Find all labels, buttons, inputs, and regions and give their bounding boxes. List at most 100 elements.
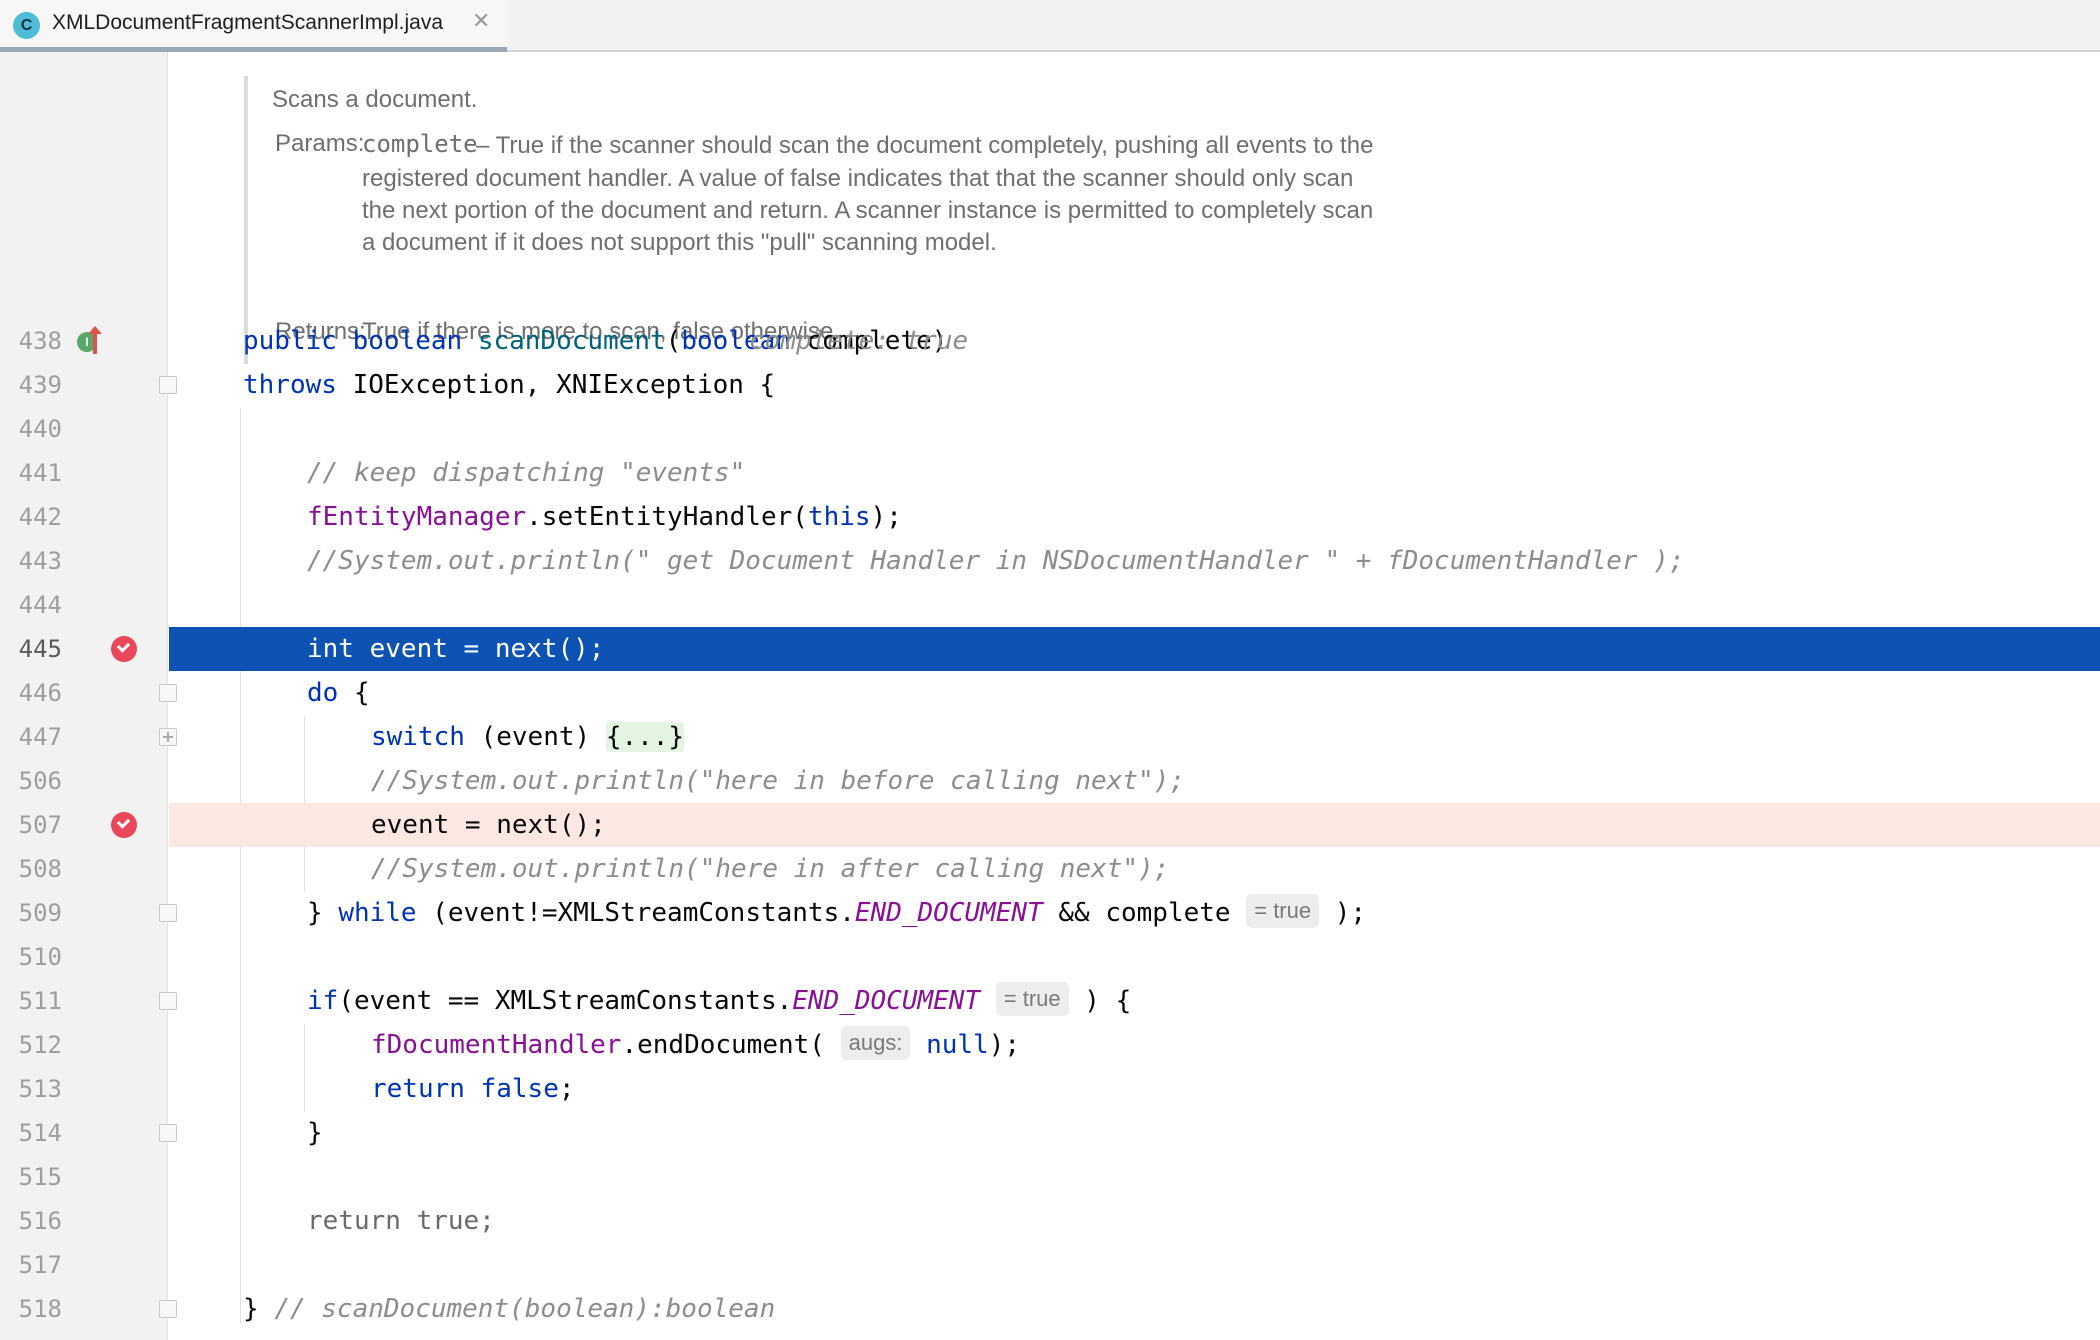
keyword: return bbox=[371, 1074, 465, 1104]
code-line-443[interactable]: //System.out.println(" get Document Hand… bbox=[169, 539, 2100, 583]
parameter-name-hint: augs: bbox=[840, 1026, 911, 1060]
code-token: (event) bbox=[464, 722, 606, 752]
method-name: scanDocument bbox=[477, 326, 666, 356]
tab-title: XMLDocumentFragmentScannerImpl.java bbox=[52, 11, 444, 34]
close-icon[interactable]: ✕ bbox=[472, 9, 490, 34]
verified-breakpoint-icon[interactable] bbox=[111, 812, 137, 838]
override-arrow-icon[interactable] bbox=[88, 326, 102, 354]
line-number: 438 bbox=[18, 327, 62, 355]
code-token: ( bbox=[665, 326, 682, 356]
line-number: 517 bbox=[18, 1251, 62, 1279]
breakpoint-line[interactable]: event = next(); bbox=[169, 803, 2100, 847]
code-comment: //System.out.println("here in before cal… bbox=[371, 766, 1185, 796]
keyword: boolean bbox=[352, 326, 463, 356]
static-constant: END_DOCUMENT bbox=[854, 898, 1043, 928]
code-token: ); bbox=[1319, 898, 1367, 928]
code-token: .endDocument( bbox=[621, 1030, 825, 1060]
line-number: 507 bbox=[18, 811, 62, 839]
line-number: 446 bbox=[18, 679, 62, 707]
keyword: public bbox=[243, 326, 337, 356]
code-editor[interactable]: Scans a document. Params: complete – Tru… bbox=[169, 52, 2100, 1340]
code-line-512[interactable]: fDocumentHandler.endDocument( augs: null… bbox=[169, 1023, 2100, 1067]
line-number: 440 bbox=[18, 415, 62, 443]
current-execution-line[interactable]: int event = next(); bbox=[169, 627, 2100, 671]
code-token: { bbox=[338, 678, 370, 708]
keyword: switch bbox=[371, 722, 465, 752]
line-number: 506 bbox=[18, 767, 62, 795]
keyword: null bbox=[926, 1030, 989, 1060]
debug-inlay-value: = true bbox=[1246, 894, 1320, 928]
code-token: IOException, XNIException { bbox=[336, 370, 776, 400]
code-comment: // keep dispatching "events" bbox=[307, 458, 746, 488]
code-comment: //System.out.println(" get Document Hand… bbox=[307, 546, 1685, 576]
line-number: 516 bbox=[18, 1207, 62, 1235]
code-line-441[interactable]: // keep dispatching "events" bbox=[169, 451, 2100, 495]
keyword: do bbox=[307, 678, 339, 708]
line-number: 508 bbox=[18, 855, 62, 883]
code-line-446[interactable]: do { bbox=[169, 671, 2100, 715]
code-token: ); bbox=[870, 502, 902, 532]
debug-inline-value: complete: true bbox=[749, 326, 969, 356]
line-number: 441 bbox=[18, 459, 62, 487]
code-token: (event == XMLStreamConstants. bbox=[338, 986, 793, 1016]
line-number: 443 bbox=[18, 547, 62, 575]
code-token: ); bbox=[988, 1030, 1021, 1060]
code-token: } bbox=[307, 1118, 323, 1148]
code-token: ) { bbox=[1068, 986, 1132, 1016]
code-line-518[interactable]: } // scanDocument(boolean):boolean bbox=[169, 1287, 2100, 1331]
line-number: 442 bbox=[18, 503, 62, 531]
line-number-current: 445 bbox=[18, 635, 62, 663]
code-token: .setEntityHandler( bbox=[526, 502, 808, 532]
code-line-506[interactable]: //System.out.println("here in before cal… bbox=[169, 759, 2100, 803]
code-line-516[interactable]: return true; bbox=[169, 1199, 2100, 1243]
code-line-514[interactable]: } bbox=[169, 1111, 2100, 1155]
code-token: event = next(); bbox=[371, 810, 606, 840]
code-token: (event!=XMLStreamConstants. bbox=[416, 898, 855, 928]
line-number: 509 bbox=[18, 899, 62, 927]
keyword: if bbox=[307, 986, 339, 1016]
javadoc-params-label: Params: bbox=[275, 130, 365, 157]
keyword: false bbox=[480, 1074, 559, 1104]
field-name: fEntityManager bbox=[307, 502, 527, 532]
code-line-508[interactable]: //System.out.println("here in after call… bbox=[169, 847, 2100, 891]
verified-breakpoint-icon[interactable] bbox=[111, 636, 137, 662]
line-number: 444 bbox=[18, 591, 62, 619]
code-line-442[interactable]: fEntityManager.setEntityHandler(this); bbox=[169, 495, 2100, 539]
line-number: 439 bbox=[18, 371, 62, 399]
code-line-438[interactable]: public boolean scanDocument(boolean comp… bbox=[169, 319, 2100, 363]
code-token: && complete bbox=[1042, 898, 1231, 928]
editor-tab-bar: C XMLDocumentFragmentScannerImpl.java ✕ bbox=[0, 0, 2100, 52]
editor-tab[interactable]: C XMLDocumentFragmentScannerImpl.java ✕ bbox=[0, 0, 507, 52]
folded-code-block[interactable]: {...} bbox=[605, 722, 685, 752]
javadoc-param-desc: – True if the scanner should scan the do… bbox=[476, 132, 1374, 159]
editor-gutter[interactable]: 438 439 440 441 442 443 444 445 446 447 … bbox=[0, 52, 177, 1340]
code-token: } bbox=[243, 1294, 275, 1324]
keyword: while bbox=[338, 898, 417, 928]
keyword: throws bbox=[243, 370, 337, 400]
code-line-439[interactable]: throws IOException, XNIException { bbox=[169, 363, 2100, 407]
line-number: 447 bbox=[18, 723, 62, 751]
line-number: 511 bbox=[18, 987, 62, 1015]
line-number: 515 bbox=[18, 1163, 62, 1191]
code-line-447[interactable]: switch (event) {...} bbox=[169, 715, 2100, 759]
line-number: 518 bbox=[18, 1295, 62, 1323]
code-token: return true; bbox=[307, 1206, 495, 1236]
javadoc-param-desc: a document if it does not support this "… bbox=[362, 229, 997, 256]
line-number: 510 bbox=[18, 943, 62, 971]
line-number: 512 bbox=[18, 1031, 62, 1059]
keyword: this bbox=[807, 502, 871, 532]
javadoc-param-name: complete bbox=[362, 130, 478, 158]
javadoc-param-desc: registered document handler. A value of … bbox=[362, 165, 1354, 192]
javadoc-summary: Scans a document. bbox=[272, 86, 478, 113]
code-token: } bbox=[307, 898, 339, 928]
code-comment: //System.out.println("here in after call… bbox=[371, 854, 1170, 884]
javadoc-param-desc: the next portion of the document and ret… bbox=[362, 197, 1374, 224]
code-line-511[interactable]: if(event == XMLStreamConstants.END_DOCUM… bbox=[169, 979, 2100, 1023]
java-class-icon: C bbox=[13, 12, 40, 39]
code-line-513[interactable]: return false; bbox=[169, 1067, 2100, 1111]
field-name: fDocumentHandler bbox=[371, 1030, 622, 1060]
code-line-509[interactable]: } while (event!=XMLStreamConstants.END_D… bbox=[169, 891, 2100, 935]
line-number: 513 bbox=[18, 1075, 62, 1103]
code-token: int event = next(); bbox=[307, 634, 605, 664]
line-number: 514 bbox=[18, 1119, 62, 1147]
